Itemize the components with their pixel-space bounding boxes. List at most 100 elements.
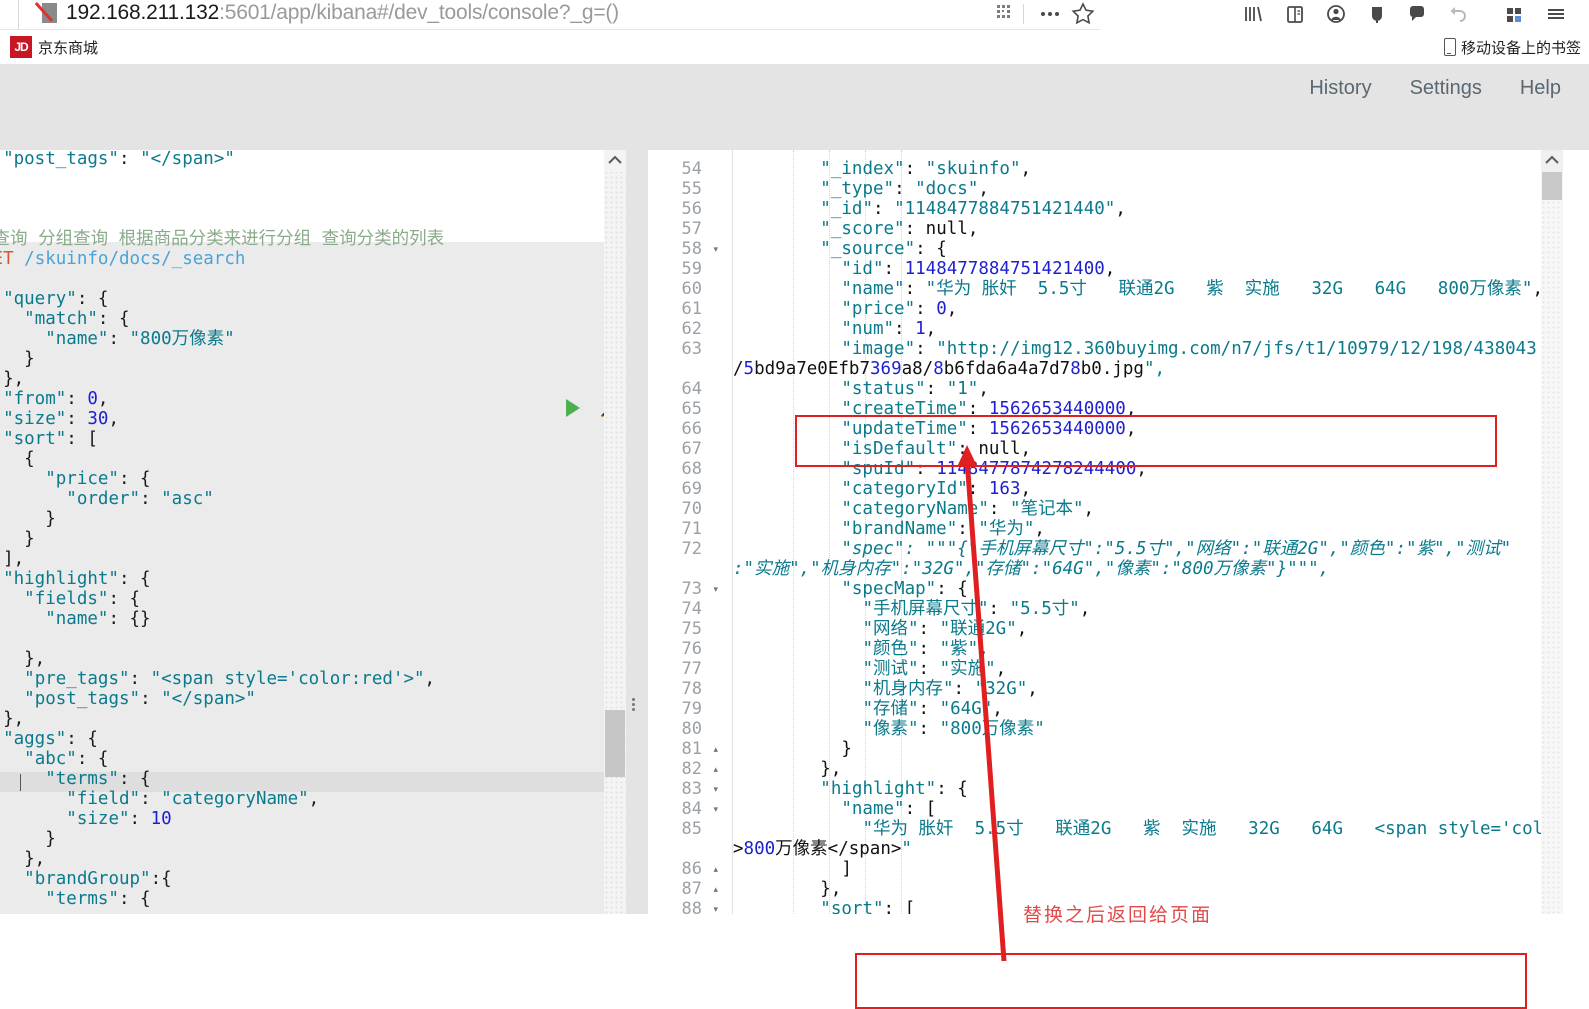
response-code-line: "像素": "800万像素" (862, 719, 1045, 739)
response-line-number: 65 (681, 399, 702, 419)
request-code-line: } (0, 170, 586, 190)
bookmarks-bar: JD 京东商城 移动设备上的书签 (0, 30, 1589, 65)
response-line-number: 84 (681, 799, 702, 819)
pane-divider (626, 150, 648, 914)
fold-collapse-icon[interactable]: ▾ (713, 580, 718, 600)
request-editor[interactable]: "post_tags": "</span>"} #查询 分组查询 根据商品分类来进… (0, 150, 604, 914)
nav-history-button[interactable]: History (1303, 73, 1377, 104)
response-code-line: "num": 1, (841, 319, 937, 339)
chat-icon[interactable] (1404, 2, 1430, 26)
pocket-icon[interactable] (1364, 2, 1390, 26)
address-bar[interactable]: 192.168.211.132:5601/app/kibana#/dev_too… (0, 0, 1100, 30)
fold-collapse-icon[interactable]: ▾ (713, 240, 718, 260)
request-code-line: "order": "asc" (66, 489, 214, 509)
response-code-line: "_index": "skuinfo", (820, 159, 1032, 179)
response-code-line: "id": 1148477884751421400, (841, 259, 1116, 279)
scroll-up-icon[interactable] (604, 150, 626, 172)
response-line-number: 60 (681, 279, 702, 299)
response-code-line: "sort": [ (820, 899, 916, 914)
mobile-phone-icon (1443, 38, 1456, 56)
request-code-line: "fields": { (24, 589, 141, 609)
response-line-number: 73 (681, 579, 702, 599)
response-code-line: "createTime": 1562653440000, (841, 399, 1137, 419)
response-code-line: "手机屏幕尺寸": "5.5寸", (862, 599, 1091, 619)
request-editor-scroll-thumb[interactable] (605, 710, 625, 777)
page-favicon-icon (34, 1, 60, 25)
request-code-line: { (24, 449, 35, 469)
mobile-bookmarks-label: 移动设备上的书签 (1460, 39, 1581, 57)
fold-expand-icon[interactable]: ▴ (713, 760, 718, 780)
response-line-number: 77 (681, 659, 702, 679)
bookmark-item-jd[interactable]: JD 京东商城 (10, 35, 98, 59)
response-line-number: 67 (681, 439, 702, 459)
request-code-line: "post_tags": "</span>" (3, 150, 235, 169)
request-code-line (0, 190, 586, 210)
response-line-number: 86 (681, 859, 702, 879)
nav-help-button[interactable]: Help (1514, 73, 1567, 104)
request-editor-scrollbar[interactable] (604, 150, 626, 914)
fold-collapse-icon[interactable]: ▾ (713, 800, 718, 820)
response-code-line: ] (736, 859, 852, 879)
toolbar-divider (1023, 4, 1024, 24)
more-options-icon[interactable] (1037, 2, 1063, 26)
request-code-line: "brandGroup":{ (24, 869, 172, 889)
fold-expand-icon[interactable]: ▴ (713, 880, 718, 900)
editor-text-caret (20, 774, 21, 791)
response-code-line: "price": 0, (841, 299, 958, 319)
response-gutter: 54 55 56 57 58 ▾ 59 60 61 62 63 64 65 66 67 68 69 70 71 72 7… (648, 150, 732, 914)
response-code-line: "测试": "实施", (862, 659, 1007, 679)
kibana-console-body: "post_tags": "</span>"} #查询 分组查询 根据商品分类来进… (0, 150, 1589, 1009)
response-code-line: "_source": { (820, 239, 947, 259)
response-line-number: 75 (681, 619, 702, 639)
request-code-line: } (45, 829, 56, 849)
response-line-number: 74 (681, 599, 702, 619)
response-line-number: 69 (681, 479, 702, 499)
url-host: 192.168.211.132 (66, 1, 220, 24)
fold-expand-icon[interactable]: ▴ (713, 860, 718, 880)
request-code-line: "field": "categoryName", (66, 789, 320, 809)
pane-resize-handle[interactable] (632, 696, 638, 712)
response-code-line: "颜色": "紫", (862, 639, 989, 659)
request-code-line: GET /skuinfo/docs/_search (0, 249, 246, 269)
library-icon[interactable] (1240, 2, 1266, 26)
fold-expand-icon[interactable]: ▴ (713, 740, 718, 760)
request-code-line (0, 210, 586, 230)
bookmark-item-mobile[interactable]: 移动设备上的书签 (1443, 36, 1581, 58)
response-code-line: } (736, 739, 852, 759)
response-code-line: "_type": "docs", (820, 179, 989, 199)
bookmark-label: 京东商城 (38, 39, 99, 57)
request-code-line: "highlight": { (3, 569, 151, 589)
fold-collapse-icon[interactable]: ▾ (713, 780, 718, 800)
response-line-number: 57 (681, 219, 702, 239)
request-code-line: "sort": [ (3, 429, 98, 449)
response-scroll-thumb[interactable] (1542, 172, 1562, 200)
request-code-line: "post_tags": "</span>" (24, 689, 256, 709)
response-code-line: "name": [ (841, 799, 937, 819)
reader-view-icon[interactable] (1282, 2, 1308, 26)
response-code-line: "specMap": { (841, 579, 968, 599)
response-code-line: "categoryId": 163, (841, 479, 1032, 499)
response-scroll-up-icon[interactable] (1541, 150, 1563, 172)
response-line-number: 83 (681, 779, 702, 799)
undo-icon[interactable] (1444, 2, 1470, 26)
request-code-line: }, (3, 369, 25, 389)
bookmark-star-icon[interactable] (1070, 1, 1096, 25)
request-code-line: #查询 分组查询 根据商品分类来进行分组 查询分类的列表 (0, 229, 445, 249)
extensions-icon[interactable] (1502, 2, 1528, 26)
response-code-line: "机身内存": "32G", (862, 679, 1038, 699)
url-text: 192.168.211.132:5601/app/kibana#/dev_too… (66, 0, 619, 28)
response-code-line: "image": "http://img12.360buyimg.com/n7/… (841, 339, 1537, 359)
url-path: :5601/app/kibana#/dev_tools/console?_g=(… (219, 1, 619, 24)
nav-settings-button[interactable]: Settings (1404, 73, 1488, 104)
response-code-line: >800万像素</span>" (733, 839, 912, 859)
play-icon[interactable] (566, 399, 580, 417)
response-scrollbar[interactable] (1541, 150, 1563, 914)
qr-code-icon[interactable] (992, 1, 1018, 25)
fold-collapse-icon[interactable]: ▾ (713, 900, 718, 914)
menu-icon[interactable] (1543, 2, 1569, 26)
account-icon[interactable] (1323, 2, 1349, 26)
gutter-border (732, 150, 733, 914)
request-code-line: "name": {} (45, 609, 151, 629)
response-output[interactable]: 54 55 56 57 58 ▾ 59 60 61 62 63 64 65 66 67 68 69 70 71 72 7… (648, 150, 1541, 914)
request-code-line: "aggs": { (3, 729, 98, 749)
